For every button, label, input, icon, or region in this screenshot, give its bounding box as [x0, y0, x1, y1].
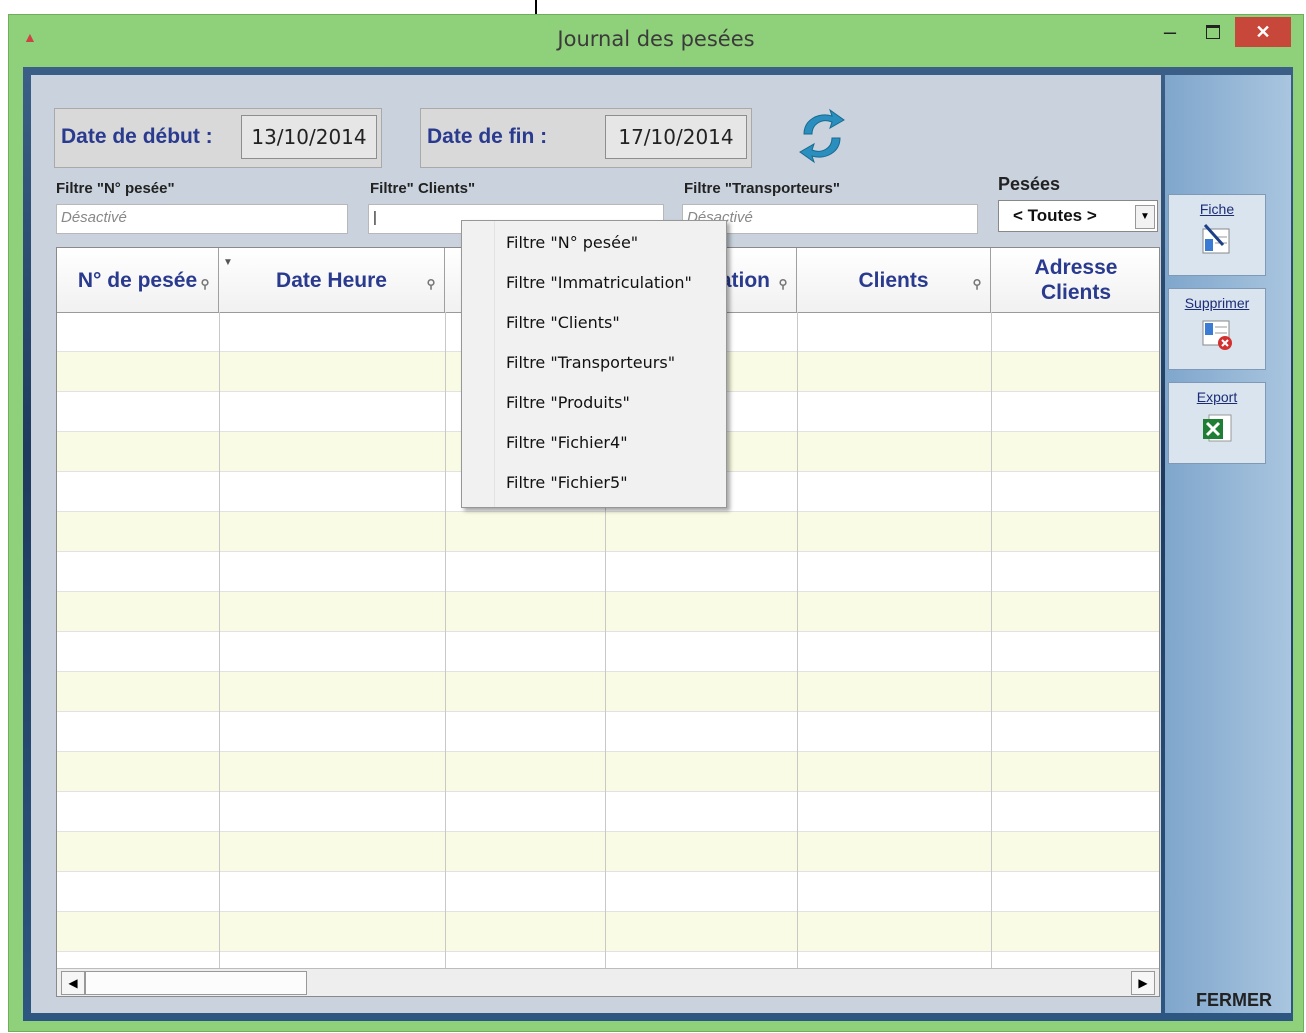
search-icon[interactable]: ⚲ [776, 272, 790, 291]
pesees-label: Pesées [998, 174, 1061, 194]
supprimer-button-label: Supprimer [1184, 295, 1250, 311]
search-icon[interactable]: ⚲ [198, 272, 212, 291]
column-header-label: Date Heure [276, 268, 387, 292]
filter-num-label: Filtre "N° pesée" [56, 180, 175, 197]
menu-item-filter-num[interactable]: Filtre "N° pesée" [506, 223, 638, 263]
maximize-button[interactable] [1197, 17, 1227, 47]
fiche-button-label: Fiche [1199, 201, 1235, 217]
export-button[interactable]: Export [1168, 382, 1266, 464]
start-date-field[interactable]: 13/10/2014 [241, 115, 377, 159]
column-divider [219, 312, 220, 972]
menu-item-filter-immatriculation[interactable]: Filtre "Immatriculation" [506, 263, 692, 303]
end-date-group: Date de fin : 17/10/2014 [420, 108, 752, 168]
search-icon[interactable]: ⚲ [424, 272, 438, 291]
table-row[interactable] [57, 712, 1159, 752]
scroll-right-icon[interactable]: ▶ [1131, 971, 1155, 995]
horizontal-scrollbar[interactable]: ◀ ▶ [57, 968, 1159, 996]
sort-icon: ▼ [223, 257, 233, 268]
maximize-icon [1206, 25, 1220, 39]
column-header[interactable]: Adresse Clients [991, 248, 1159, 312]
column-header[interactable]: N° de pesée ⚲ [57, 248, 219, 312]
menu-gutter [462, 221, 495, 507]
column-header[interactable]: ▼ Date Heure ⚲ [219, 248, 445, 312]
table-row[interactable] [57, 592, 1159, 632]
table-row[interactable] [57, 552, 1159, 592]
minimize-button[interactable]: – [1157, 17, 1183, 47]
table-row[interactable] [57, 672, 1159, 712]
end-date-field[interactable]: 17/10/2014 [605, 115, 747, 159]
table-row[interactable] [57, 792, 1159, 832]
column-divider [797, 312, 798, 972]
end-date-label: Date de fin : [427, 125, 548, 148]
filter-transporteurs-label: Filtre "Transporteurs" [684, 180, 840, 197]
close-button[interactable]: ✕ [1235, 17, 1291, 47]
fiche-button[interactable]: Fiche [1168, 194, 1266, 276]
pesees-select-value: < Toutes > [1013, 206, 1097, 225]
export-button-label: Export [1196, 389, 1238, 405]
table-row[interactable] [57, 912, 1159, 952]
start-date-label: Date de début : [61, 125, 213, 148]
pesees-select[interactable]: < Toutes > ▼ [998, 200, 1158, 232]
table-row[interactable] [57, 632, 1159, 672]
excel-icon [1199, 411, 1235, 445]
title-bar[interactable]: ▲ Journal des pesées – ✕ [9, 15, 1303, 67]
scrollbar-thumb[interactable] [85, 971, 307, 995]
filter-num-input[interactable]: Désactivé [56, 204, 348, 234]
filter-context-menu: Filtre "N° pesée" Filtre "Immatriculatio… [461, 220, 727, 508]
column-header-label: N° de pesée [77, 268, 198, 292]
menu-item-filter-clients[interactable]: Filtre "Clients" [506, 303, 620, 343]
menu-item-filter-transporteurs[interactable]: Filtre "Transporteurs" [506, 343, 675, 383]
search-icon[interactable]: ⚲ [970, 272, 984, 291]
start-date-group: Date de début : 13/10/2014 [54, 108, 382, 168]
window-title: Journal des pesées [557, 27, 755, 51]
menu-item-filter-fichier5[interactable]: Filtre "Fichier5" [506, 463, 628, 503]
column-header[interactable]: Clients ⚲ [797, 248, 991, 312]
supprimer-button[interactable]: Supprimer [1168, 288, 1266, 370]
delete-document-icon [1199, 317, 1235, 351]
filter-clients-label: Filtre" Clients" [370, 180, 476, 197]
column-header-label: Adresse Clients [1034, 256, 1118, 304]
table-row[interactable] [57, 752, 1159, 792]
close-window-button[interactable]: FERMER [1196, 990, 1272, 1011]
chevron-down-icon[interactable]: ▼ [1135, 205, 1155, 229]
menu-item-filter-fichier4[interactable]: Filtre "Fichier4" [506, 423, 628, 463]
table-row[interactable] [57, 832, 1159, 872]
scroll-left-icon[interactable]: ◀ [61, 971, 85, 995]
column-header-label: ation [719, 268, 770, 292]
menu-item-filter-produits[interactable]: Filtre "Produits" [506, 383, 630, 423]
column-divider [445, 312, 446, 972]
refresh-icon[interactable] [796, 108, 848, 164]
table-row[interactable] [57, 512, 1159, 552]
column-divider [991, 312, 992, 972]
edit-document-icon [1199, 223, 1235, 257]
column-header-label: Clients [858, 268, 929, 292]
table-row[interactable] [57, 872, 1159, 912]
